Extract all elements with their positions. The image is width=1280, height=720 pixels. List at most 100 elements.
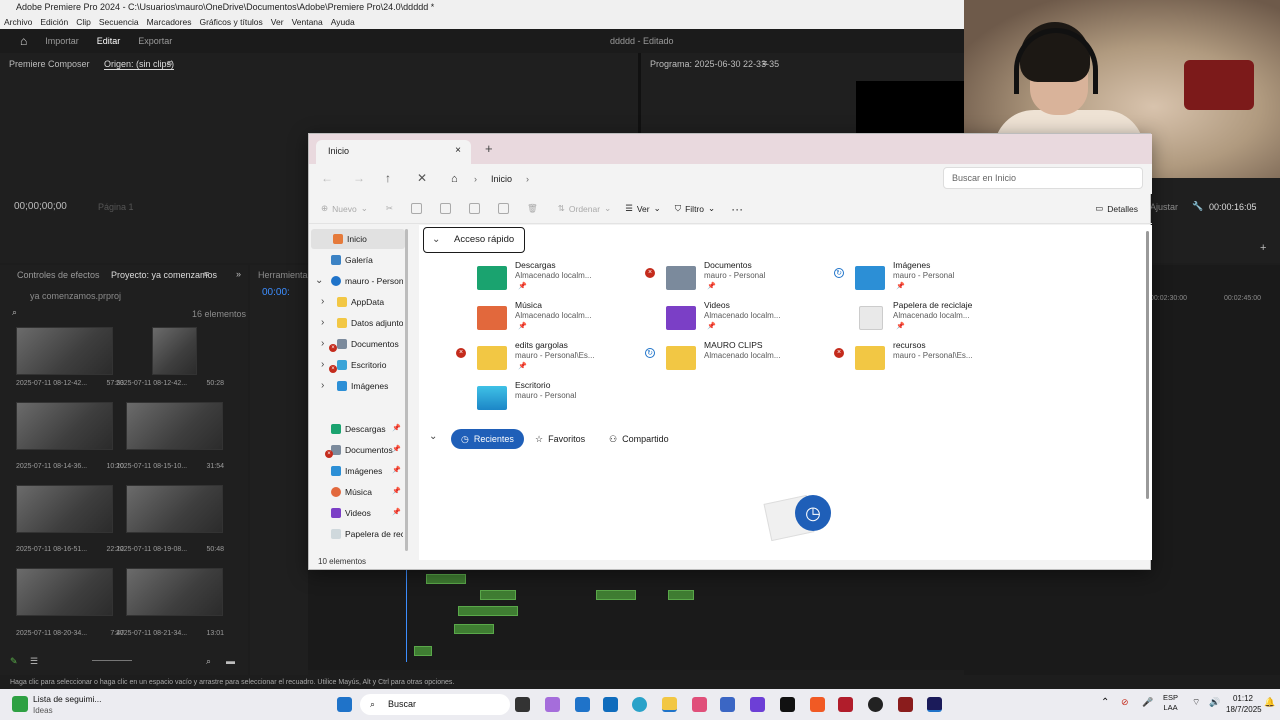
nav-item-descargas[interactable]: Descargas 📌	[309, 419, 403, 439]
capcut-icon[interactable]	[692, 697, 707, 712]
app-icon[interactable]	[780, 697, 795, 712]
content-scrollbar[interactable]	[1146, 231, 1149, 499]
notification-icon[interactable]: 🔔	[1264, 697, 1275, 708]
nav-item-documentos[interactable]: › × Documentos	[309, 334, 403, 354]
chevron-right-icon[interactable]: ›	[321, 292, 324, 312]
store-icon[interactable]	[575, 697, 590, 712]
timeline-clip[interactable]	[596, 590, 636, 600]
tab-favoritos[interactable]: ☆ Favoritos	[525, 429, 595, 449]
paste-icon[interactable]	[439, 203, 451, 214]
source-timecode[interactable]: 00;00;00;00	[14, 201, 67, 212]
menu-archivo[interactable]: Archivo	[4, 15, 32, 29]
tile-recursos[interactable]: × recursos mauro - Personal\Es...	[834, 340, 1035, 376]
home-icon[interactable]: ⌂	[20, 34, 27, 48]
tab-premiere-composer[interactable]: Premiere Composer	[9, 59, 90, 69]
new-tab-icon[interactable]: +	[485, 141, 493, 156]
premiere-icon[interactable]	[927, 697, 942, 712]
tile-mauro-clips[interactable]: ↻ MAURO CLIPS Almacenado localm...	[645, 340, 846, 376]
app-icon[interactable]	[720, 697, 735, 712]
mic-icon[interactable]: 🎤	[1142, 697, 1153, 708]
clip-thumbnail[interactable]	[16, 568, 113, 616]
more-icon[interactable]: ···	[731, 202, 743, 216]
menu-graficos[interactable]: Gráficos y títulos	[199, 15, 262, 29]
clip-thumbnail[interactable]	[16, 485, 113, 533]
tile-musica[interactable]: Música Almacenado localm... 📌	[477, 300, 657, 336]
home-icon[interactable]: ⌂	[451, 168, 458, 190]
rename-icon[interactable]	[468, 203, 480, 214]
menu-icon[interactable]: ≡	[167, 58, 172, 68]
tab-recientes[interactable]: ◷ Recientes	[451, 429, 524, 449]
tab-origen[interactable]: Origen: (sin clips)	[104, 59, 175, 70]
tile-imagenes[interactable]: ↻ Imágenes mauro - Personal 📌	[834, 260, 1035, 296]
wifi-icon[interactable]: ⌔	[1192, 697, 1200, 708]
program-label[interactable]: Programa: 2025-06-30 22-33-35	[650, 59, 779, 69]
nav-item-musica[interactable]: Música 📌	[309, 482, 403, 502]
app-icon[interactable]	[898, 697, 913, 712]
list-view-icon[interactable]: ☰	[30, 656, 38, 667]
workspace-importar[interactable]: Importar	[45, 36, 79, 46]
clip-thumbnail[interactable]	[126, 485, 223, 533]
nav-item-imagenes[interactable]: › Imágenes	[309, 376, 403, 396]
tab-compartido[interactable]: ⚇ Compartido	[599, 429, 679, 449]
tab-controles-efectos[interactable]: Controles de efectos	[17, 270, 100, 280]
copy-icon[interactable]	[410, 203, 422, 214]
tile-documentos[interactable]: × Documentos mauro - Personal 📌	[645, 260, 846, 296]
tile-videos[interactable]: Videos Almacenado localm... 📌	[666, 300, 846, 336]
clip-thumbnail[interactable]	[126, 402, 223, 450]
clock[interactable]: 01:12 18/7/2025	[1226, 693, 1262, 715]
nav-item-datos-adjuntos[interactable]: › Datos adjuntos	[309, 313, 403, 333]
details-button[interactable]: ▭ Detalles	[1095, 203, 1138, 214]
menu-clip[interactable]: Clip	[76, 15, 91, 29]
clip-thumbnail[interactable]	[126, 568, 223, 616]
timeline-clip[interactable]	[480, 590, 516, 600]
timeline-clip[interactable]	[668, 590, 694, 600]
zoom-slider[interactable]	[92, 660, 132, 661]
nav-item-escritorio[interactable]: › × Escritorio	[309, 355, 403, 375]
tile-edits-gargolas[interactable]: × edits gargolas mauro - Personal\Es... 📌	[456, 340, 657, 376]
volume-icon[interactable]: 🔊	[1209, 697, 1220, 708]
nav-item-appdata[interactable]: › AppData	[309, 292, 403, 312]
clip-thumbnail[interactable]	[152, 327, 197, 375]
nav-item-papelera[interactable]: Papelera de reciclaje	[309, 524, 403, 544]
timeline-clip[interactable]	[454, 624, 494, 634]
menu-secuencia[interactable]: Secuencia	[99, 15, 139, 29]
taskbar-search[interactable]: ⌕ Buscar	[360, 694, 510, 715]
up-icon[interactable]: ↑	[385, 171, 391, 185]
app-icon[interactable]	[868, 697, 883, 712]
chevron-right-icon[interactable]: ›	[321, 355, 324, 375]
filter-button[interactable]: ⛉ Filtro ⌄	[675, 203, 715, 214]
cut-icon[interactable]: ✂	[386, 203, 393, 214]
nav-item-imagenes-pinned[interactable]: Imágenes 📌	[309, 461, 403, 481]
new-button[interactable]: ⊕ Nuevo ⌄	[321, 203, 368, 214]
tile-papelera[interactable]: Papelera de reciclaje Almacenado localm..…	[855, 300, 1035, 336]
menu-icon[interactable]: ≡	[762, 58, 767, 68]
menu-icon[interactable]: ≡	[204, 269, 209, 279]
app-icon[interactable]	[750, 697, 765, 712]
brave-icon[interactable]	[810, 697, 825, 712]
wrench-icon[interactable]: 🔧	[1192, 201, 1203, 212]
menu-marcadores[interactable]: Marcadores	[147, 15, 192, 29]
news-widget[interactable]: Lista de seguimi... Ideas	[12, 692, 132, 718]
clip-thumbnail[interactable]	[16, 327, 113, 375]
program-timecode[interactable]: 00:00:16:05	[1209, 202, 1257, 212]
outlook-icon[interactable]	[603, 697, 618, 712]
timeline-timecode[interactable]: 00:00:	[262, 287, 290, 298]
chevron-right-icon[interactable]: ›	[321, 334, 324, 354]
nav-scrollbar[interactable]	[405, 229, 408, 551]
pencil-icon[interactable]: ✎	[10, 656, 18, 667]
playhead[interactable]	[406, 570, 407, 662]
menu-ver[interactable]: Ver	[271, 15, 284, 29]
view-button[interactable]: ☰ Ver ⌄	[625, 203, 661, 214]
edge-icon[interactable]	[632, 697, 647, 712]
menu-ventana[interactable]: Ventana	[292, 15, 323, 29]
chevron-up-icon[interactable]: ⌃	[1101, 697, 1109, 708]
workspace-exportar[interactable]: Exportar	[138, 36, 172, 46]
folder-icon[interactable]: ▬	[226, 656, 235, 666]
app-icon[interactable]	[838, 697, 853, 712]
sort-button[interactable]: ⇅ Ordenar ⌄	[558, 203, 611, 214]
breadcrumb[interactable]: Inicio	[491, 168, 512, 190]
tile-descargas[interactable]: Descargas Almacenado localm... 📌	[477, 260, 657, 296]
language-indicator[interactable]: ESP LAA	[1163, 693, 1178, 713]
plus-icon[interactable]: +	[1260, 242, 1266, 254]
source-page[interactable]: Página 1	[98, 202, 134, 212]
